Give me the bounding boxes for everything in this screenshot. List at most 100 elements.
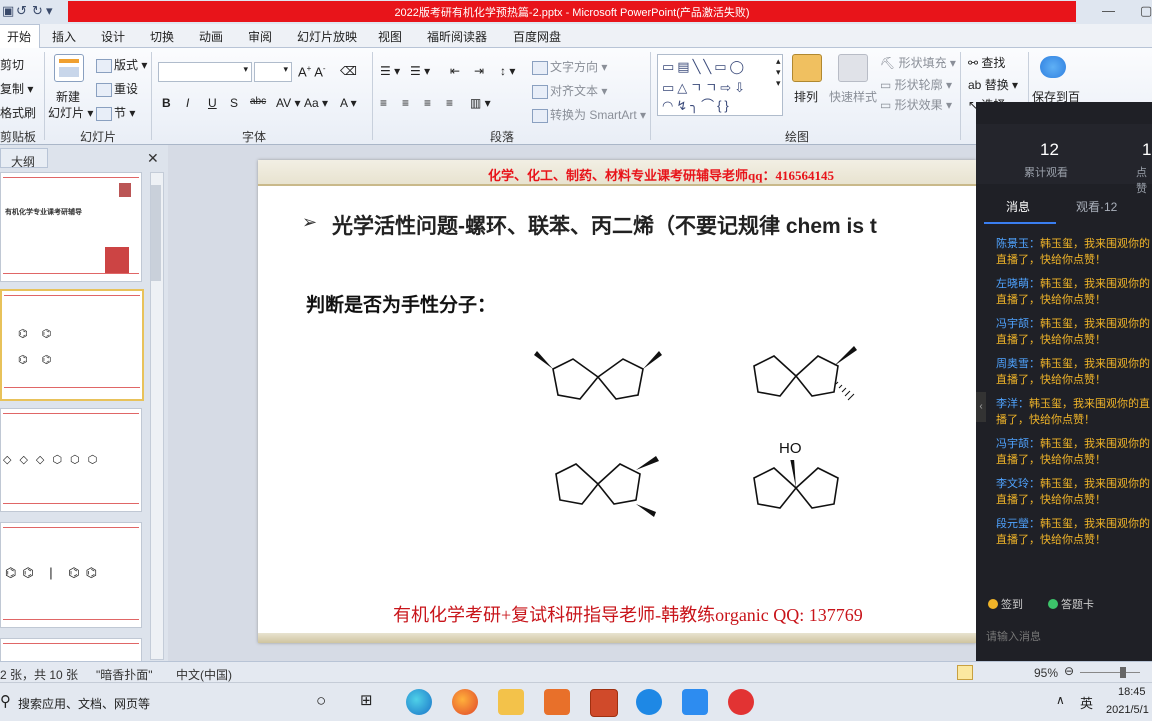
format-painter-button[interactable]: 格式刷 [0,104,36,121]
quick-styles-icon[interactable] [838,54,868,82]
zoom-level[interactable]: 95% [1034,666,1058,680]
edge-browser-icon[interactable] [406,689,432,715]
language-indicator[interactable]: 中文(中国) [176,666,232,683]
new-slide-label2[interactable]: 幻灯片 ▾ [48,104,93,121]
tab-design[interactable]: 设计 [101,28,125,45]
decrease-indent-button[interactable]: ⇤ [450,64,460,78]
slide-thumbnail-4[interactable]: ⌬⌬ | ⌬⌬ [0,522,142,628]
app-icon-orange[interactable] [544,689,570,715]
clock-time[interactable]: 18:45 [1118,686,1146,698]
tab-baidu-netdisk[interactable]: 百度网盘 [513,28,561,45]
strikethrough-button[interactable]: abc [250,96,266,107]
arrange-button[interactable]: 排列 [794,88,818,105]
tab-slideshow[interactable]: 幻灯片放映 [297,28,357,45]
tab-insert[interactable]: 插入 [52,28,76,45]
bullets-button[interactable]: ☰ ▾ [380,64,400,78]
slide-thumbnail-1[interactable]: 有机化学专业课考研辅导 [0,172,142,282]
smartart-button[interactable]: 转换为 SmartArt ▾ [532,106,646,123]
tab-animations[interactable]: 动画 [199,28,223,45]
underline-button[interactable]: U [208,96,217,110]
font-size-dropdown[interactable]: ▾ [254,62,292,82]
shadow-button[interactable]: S [230,96,238,110]
font-name-dropdown[interactable]: ▾ [158,62,252,82]
tab-messages[interactable]: 消息 [1006,198,1030,215]
zoom-out-icon[interactable]: ⊖ [1064,664,1074,678]
shape-outline-button[interactable]: ▭ 形状轮廓 ▾ [880,76,952,93]
shapes-gallery[interactable]: ▭▤╲╲▭◯ ▭△ㄱㄱ⇨⇩ ◠↯╮⌒{} [657,54,783,116]
italic-button[interactable]: I [186,96,189,110]
text-direction-button[interactable]: 文字方向 ▾ [532,58,607,75]
netease-music-icon[interactable] [728,689,754,715]
layout-button[interactable]: 版式 ▾ [96,56,147,73]
quick-styles-button[interactable]: 快速样式 [829,88,877,105]
new-slide-label[interactable]: 新建 [56,88,80,105]
file-explorer-icon[interactable] [498,689,524,715]
shape-fill-button[interactable]: ⛏ 形状填充 ▾ [880,54,956,71]
chat-input[interactable]: 请输入消息 [986,628,1041,644]
copy-button[interactable]: 复制 ▾ [0,80,33,97]
minimize-icon[interactable]: — [1102,3,1115,18]
columns-button[interactable]: ▥ ▾ [470,96,491,110]
find-button[interactable]: ⚯ 查找 [968,54,1005,71]
shape-effects-button[interactable]: ▭ 形状效果 ▾ [880,96,952,113]
tab-foxit-reader[interactable]: 福昕阅读器 [427,28,487,45]
slide-thumbnail-5[interactable] [0,638,142,662]
reset-button[interactable]: 重设 [96,80,138,97]
section-button[interactable]: 节 ▾ [96,104,135,121]
spacing-button[interactable]: AV ▾ [276,96,300,110]
app-icon-blue[interactable] [636,689,662,715]
baidu-cloud-icon[interactable] [1040,56,1066,78]
collapse-chevron-icon[interactable]: ‹ [976,392,986,422]
clear-format-button[interactable]: ⌫ [340,64,357,78]
line-spacing-button[interactable]: ↕ ▾ [500,64,515,78]
replace-button[interactable]: ab 替换 ▾ [968,76,1018,93]
powerpoint-icon[interactable] [590,689,618,717]
checkin-button[interactable]: 签到 [988,596,1023,612]
slide-thumbnail-2[interactable]: ⌬⌬ ⌬⌬ [0,289,144,401]
search-icon[interactable]: ⚲ [0,692,11,710]
calendar-icon[interactable] [682,689,708,715]
maximize-icon[interactable]: ▢ [1140,3,1152,19]
tab-viewers[interactable]: 观看·12 [1076,198,1117,215]
firefox-icon[interactable] [452,689,478,715]
redo-icon[interactable]: ↻ [32,3,43,19]
save-icon[interactable]: ▣ [2,3,14,19]
align-text-button[interactable]: 对齐文本 ▾ [532,82,607,99]
outline-tab[interactable]: 大纲 [0,148,48,169]
bold-button[interactable]: B [162,96,171,110]
grow-font-button[interactable]: A+ A- [298,64,326,79]
clock-date[interactable]: 2021/5/1 [1106,704,1149,716]
tab-home[interactable]: 开始 [0,24,41,50]
widgets-icon[interactable]: ⊞ [360,691,373,709]
justify-button[interactable]: ≡ [446,96,453,110]
answer-card-button[interactable]: 答题卡 [1048,596,1094,612]
align-left-button[interactable]: ≡ [380,96,387,110]
slide-thumbnail-3[interactable]: ◇◇◇⬡⬡⬡ [0,408,142,512]
gallery-scroll-icon[interactable]: ▴ ▾ ▾ [776,56,781,89]
align-right-button[interactable]: ≡ [424,96,431,110]
tab-review[interactable]: 审阅 [248,28,272,45]
tab-view[interactable]: 视图 [378,28,402,45]
font-color-button[interactable]: A ▾ [340,96,357,110]
slide-canvas[interactable]: 化学、化工、制药、材料专业课考研辅导老师qq：416564145 ➢ 光学活性问… [258,160,976,643]
change-case-button[interactable]: Aa ▾ [304,96,328,110]
quick-access-dropdown-icon[interactable]: ▾ [46,3,53,19]
new-slide-icon[interactable] [54,54,84,82]
scrollbar-thumb[interactable] [151,185,161,281]
divider [372,52,373,140]
cut-button[interactable]: 剪切 [0,56,24,73]
undo-icon[interactable]: ↺ [16,3,27,19]
align-center-button[interactable]: ≡ [402,96,409,110]
ime-indicator[interactable]: 英 [1080,693,1093,712]
zoom-slider-thumb[interactable] [1120,667,1126,678]
task-view-icon[interactable]: ○ [316,691,326,711]
normal-view-icon[interactable] [957,665,973,680]
tray-expand-icon[interactable]: ∧ [1056,693,1065,707]
numbering-button[interactable]: ☰ ▾ [410,64,430,78]
arrange-icon[interactable] [792,54,822,82]
tab-transitions[interactable]: 切换 [150,28,174,45]
close-icon[interactable]: ✕ [147,150,159,167]
zoom-slider[interactable] [1080,672,1140,673]
increase-indent-button[interactable]: ⇥ [474,64,484,78]
taskbar-search-input[interactable]: 搜索应用、文档、网页等 [18,695,150,712]
